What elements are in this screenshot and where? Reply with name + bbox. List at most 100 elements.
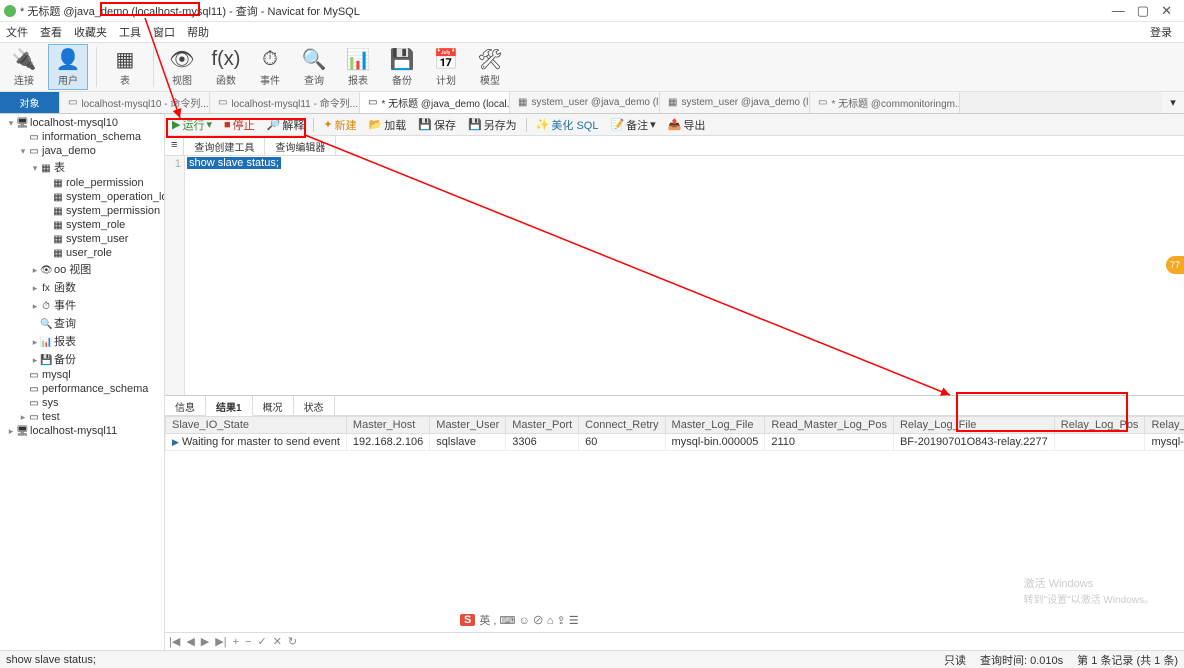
col-Master_User[interactable]: Master_User bbox=[430, 417, 506, 434]
folder-events[interactable]: ▸⏱事件 bbox=[0, 296, 164, 314]
table-system_role[interactable]: ▦system_role bbox=[0, 218, 164, 232]
menu-help[interactable]: 帮助 bbox=[187, 24, 209, 40]
toolbar-报表[interactable]: 📊报表 bbox=[338, 44, 378, 90]
close-all-icon[interactable]: ▾ bbox=[1162, 92, 1184, 113]
cell-0[interactable]: ▶ Waiting for master to send event bbox=[166, 434, 347, 451]
ime-icons[interactable]: 英 , ⌨ ☺ ⊘ ⌂ ⇪ ☰ bbox=[479, 612, 578, 628]
cell-9[interactable]: mysql-bin.000005 bbox=[1145, 434, 1184, 451]
col-Master_Port[interactable]: Master_Port bbox=[506, 417, 579, 434]
col-Relay_Master_Log_File[interactable]: Relay_Master_Log_File bbox=[1145, 417, 1184, 434]
folder-backup[interactable]: ▸💾备份 bbox=[0, 350, 164, 368]
doctab-1[interactable]: ▭localhost-mysql10 - 命令列... bbox=[60, 92, 210, 113]
tab-result1[interactable]: 结果1 bbox=[206, 396, 253, 416]
menu-fav[interactable]: 收藏夹 bbox=[74, 24, 107, 40]
toolbar-模型[interactable]: 🛠模型 bbox=[470, 44, 510, 90]
conn-mysql10[interactable]: ▾🖥localhost-mysql10 bbox=[0, 116, 164, 130]
cell-4[interactable]: 60 bbox=[579, 434, 665, 451]
conn-mysql11[interactable]: ▸🖥localhost-mysql11 bbox=[0, 424, 164, 438]
nav-prev-icon[interactable]: ◀ bbox=[186, 635, 194, 648]
col-Connect_Retry[interactable]: Connect_Retry bbox=[579, 417, 665, 434]
new-button[interactable]: ✦ 新建 bbox=[320, 117, 359, 133]
menu-window[interactable]: 窗口 bbox=[153, 24, 175, 40]
table-system_permission[interactable]: ▦system_permission bbox=[0, 204, 164, 218]
table-system_user[interactable]: ▦system_user bbox=[0, 232, 164, 246]
load-button[interactable]: 📂 加载 bbox=[366, 117, 410, 133]
tab-info[interactable]: 信息 bbox=[165, 396, 206, 415]
login-link[interactable]: 登录 bbox=[1150, 24, 1178, 40]
nav-ok-icon[interactable]: ✓ bbox=[257, 635, 266, 648]
tab-profile[interactable]: 概况 bbox=[253, 396, 294, 415]
db-java-demo[interactable]: ▾▭java_demo bbox=[0, 144, 164, 158]
saveas-button[interactable]: 💾 另存为 bbox=[465, 117, 520, 133]
connection-tree[interactable]: ▾🖥localhost-mysql10▭information_schema▾▭… bbox=[0, 114, 165, 650]
doctab-6[interactable]: ▭* 无标题 @commonitoringm... bbox=[810, 92, 960, 113]
cell-6[interactable]: 2110 bbox=[765, 434, 894, 451]
tab-editor[interactable]: 查询编辑器 bbox=[265, 136, 336, 155]
sql-editor[interactable]: 1 show slave status; bbox=[165, 156, 1184, 396]
cell-1[interactable]: 192.168.2.106 bbox=[346, 434, 429, 451]
sql-text[interactable]: show slave status; bbox=[187, 157, 281, 169]
explain-button[interactable]: 🔎 解释 bbox=[264, 117, 308, 133]
db-mysql[interactable]: ▭mysql bbox=[0, 368, 164, 382]
cell-5[interactable]: mysql-bin.000005 bbox=[665, 434, 765, 451]
beautify-button[interactable]: ✨ 美化 SQL bbox=[533, 117, 602, 133]
stop-button[interactable]: ■ 停止 bbox=[221, 117, 258, 133]
minimize-button[interactable]: — bbox=[1112, 3, 1125, 19]
tab-builder[interactable]: 查询创建工具 bbox=[184, 136, 265, 155]
nav-refresh-icon[interactable]: ↻ bbox=[288, 635, 297, 648]
run-button[interactable]: ▶ 运行 ▾ bbox=[169, 117, 215, 133]
close-button[interactable]: ✕ bbox=[1161, 3, 1172, 19]
toolbar-备份[interactable]: 💾备份 bbox=[382, 44, 422, 90]
nav-next-icon[interactable]: ▶ bbox=[201, 635, 209, 648]
doctab-2[interactable]: ▭localhost-mysql11 - 命令列... bbox=[210, 92, 360, 113]
menu-view[interactable]: 查看 bbox=[40, 24, 62, 40]
folder-tables[interactable]: ▾▦表 bbox=[0, 158, 164, 176]
result-grid[interactable]: Slave_IO_StateMaster_HostMaster_UserMast… bbox=[165, 416, 1184, 632]
table-user_role[interactable]: ▦user_role bbox=[0, 246, 164, 260]
folder-views[interactable]: ▸👁oo 视图 bbox=[0, 260, 164, 278]
sogou-icon[interactable]: S bbox=[460, 614, 475, 626]
db-sys[interactable]: ▭sys bbox=[0, 396, 164, 410]
col-Relay_Log_File[interactable]: Relay_Log_File bbox=[893, 417, 1054, 434]
toolbar-查询[interactable]: 🔍查询 bbox=[294, 44, 334, 90]
doctab-0[interactable]: 对象 bbox=[0, 92, 60, 113]
cell-7[interactable]: BF-20190701O843-relay.2277 bbox=[893, 434, 1054, 451]
notification-badge[interactable]: 77 bbox=[1166, 256, 1184, 274]
hamburger-icon[interactable]: ≡ bbox=[165, 136, 184, 155]
toolbar-视图[interactable]: 👁视图 bbox=[162, 44, 202, 90]
note-button[interactable]: 📝 备注 ▾ bbox=[607, 117, 658, 133]
doctab-5[interactable]: ▦system_user @java_demo (l... bbox=[660, 92, 810, 113]
db-perf[interactable]: ▭performance_schema bbox=[0, 382, 164, 396]
folder-queries[interactable]: 🔍查询 bbox=[0, 314, 164, 332]
doctab-3[interactable]: ▭* 无标题 @java_demo (local... bbox=[360, 92, 510, 113]
toolbar-计划[interactable]: 📅计划 bbox=[426, 44, 466, 90]
folder-reports[interactable]: ▸📊报表 bbox=[0, 332, 164, 350]
table-system_operation_log[interactable]: ▦system_operation_log bbox=[0, 190, 164, 204]
col-Read_Master_Log_Pos[interactable]: Read_Master_Log_Pos bbox=[765, 417, 894, 434]
toolbar-函数[interactable]: f(x)函数 bbox=[206, 44, 246, 90]
tab-status[interactable]: 状态 bbox=[294, 396, 335, 415]
folder-functions[interactable]: ▸fx函数 bbox=[0, 278, 164, 296]
toolbar-连接[interactable]: 🔌连接 bbox=[4, 44, 44, 90]
col-Master_Host[interactable]: Master_Host bbox=[346, 417, 429, 434]
db-information-schema[interactable]: ▭information_schema bbox=[0, 130, 164, 144]
db-test[interactable]: ▸▭test bbox=[0, 410, 164, 424]
toolbar-用户[interactable]: 👤用户 bbox=[48, 44, 88, 90]
menu-file[interactable]: 文件 bbox=[6, 24, 28, 40]
col-Slave_IO_State[interactable]: Slave_IO_State bbox=[166, 417, 347, 434]
cell-2[interactable]: sqlslave bbox=[430, 434, 506, 451]
save-button[interactable]: 💾 保存 bbox=[415, 117, 459, 133]
menu-tools[interactable]: 工具 bbox=[119, 24, 141, 40]
doctab-4[interactable]: ▦system_user @java_demo (l... bbox=[510, 92, 660, 113]
cell-3[interactable]: 3306 bbox=[506, 434, 579, 451]
maximize-button[interactable]: ▢ bbox=[1137, 3, 1149, 19]
toolbar-事件[interactable]: ⏱事件 bbox=[250, 44, 290, 90]
nav-cancel-icon[interactable]: ✕ bbox=[273, 635, 282, 648]
grid-navigator[interactable]: |◀ ◀ ▶ ▶| + − ✓ ✕ ↻ bbox=[165, 632, 1184, 650]
nav-first-icon[interactable]: |◀ bbox=[169, 635, 180, 648]
col-Relay_Log_Pos[interactable]: Relay_Log_Pos bbox=[1054, 417, 1145, 434]
toolbar-表[interactable]: ▦表 bbox=[105, 44, 145, 90]
col-Master_Log_File[interactable]: Master_Log_File bbox=[665, 417, 765, 434]
nav-last-icon[interactable]: ▶| bbox=[215, 635, 226, 648]
table-role_permission[interactable]: ▦role_permission bbox=[0, 176, 164, 190]
